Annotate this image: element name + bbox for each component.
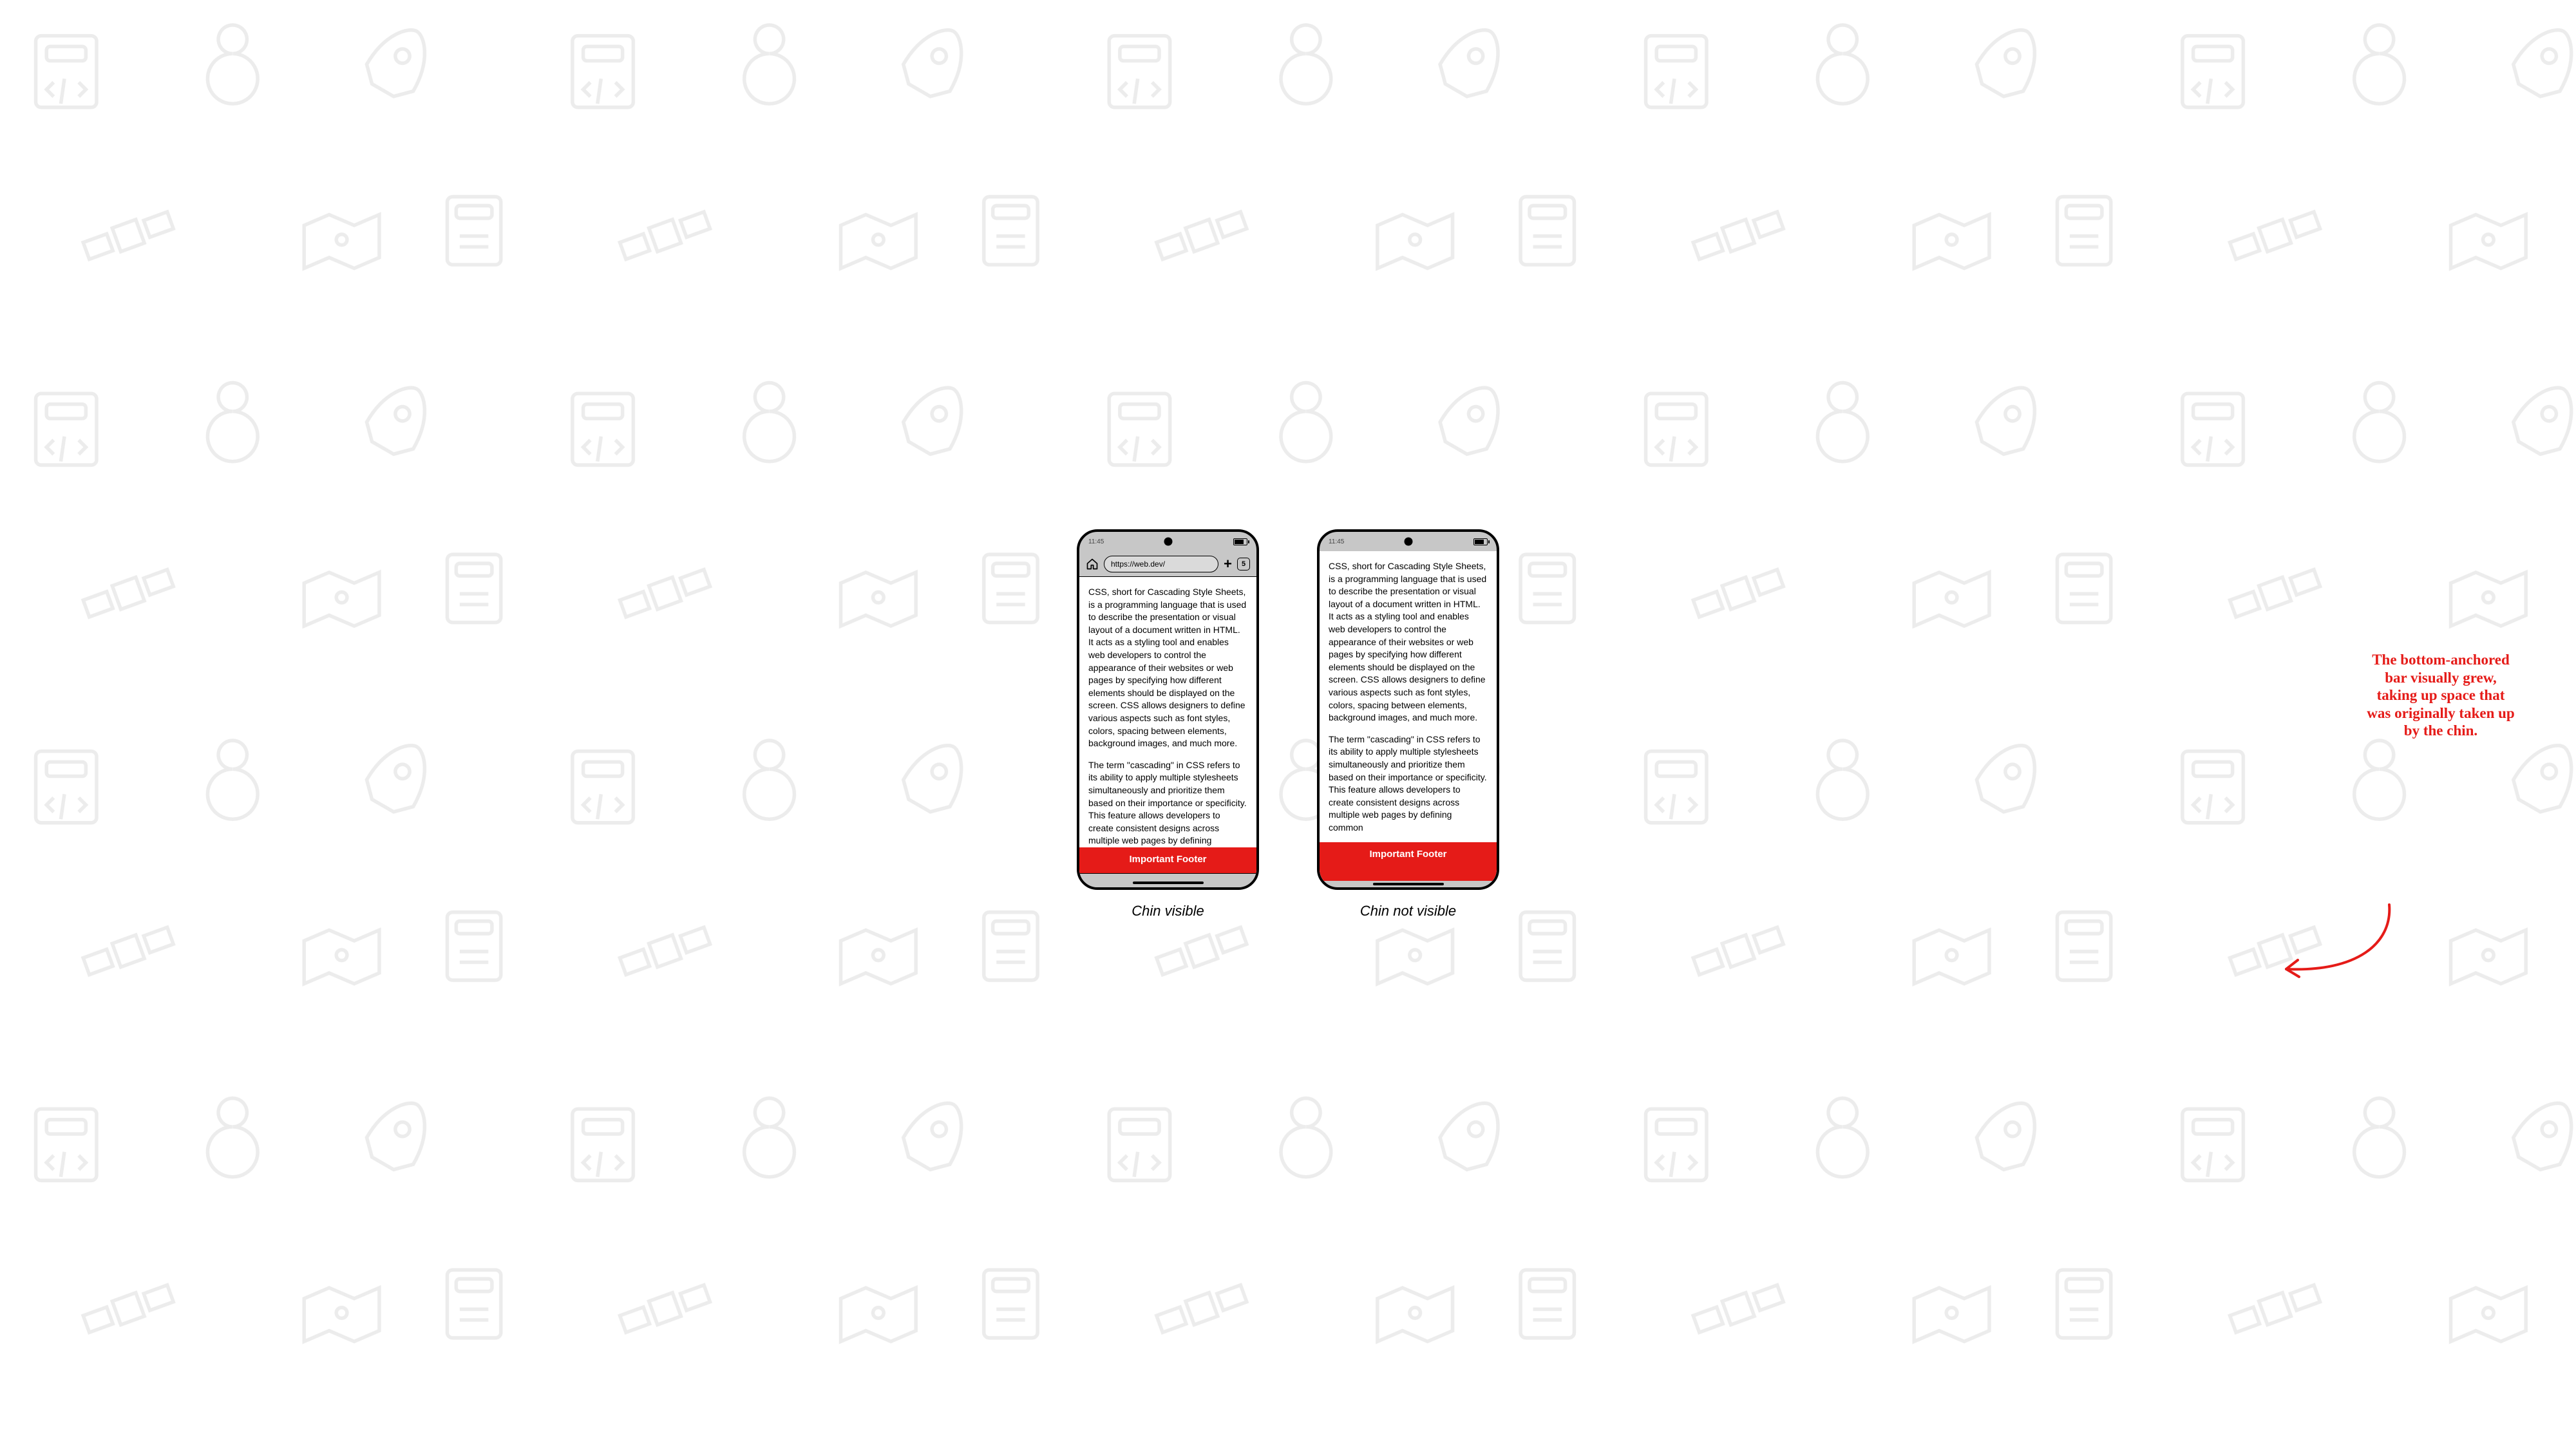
page-viewport[interactable]: CSS, short for Cascading Style Sheets, i… <box>1079 577 1256 873</box>
annotation-text: The bottom-anchored bar visually grew, t… <box>2363 651 2518 740</box>
status-time: 11:45 <box>1329 538 1344 545</box>
page-viewport[interactable]: CSS, short for Cascading Style Sheets, i… <box>1320 551 1497 881</box>
stage: 11:45 https://web.dev/ + 5 CSS, short fo… <box>0 0 2576 1449</box>
camera-icon <box>1404 538 1412 546</box>
device-chin <box>1079 873 1256 887</box>
page-content: CSS, short for Cascading Style Sheets, i… <box>1320 551 1497 843</box>
paragraph-2: The term "cascading" in CSS refers to it… <box>1329 733 1488 834</box>
device-chin-collapsed <box>1320 881 1497 887</box>
url-bar[interactable]: https://web.dev/ <box>1104 556 1218 572</box>
caption-chin-visible: Chin visible <box>1132 903 1204 919</box>
browser-toolbar: https://web.dev/ + 5 <box>1079 551 1256 577</box>
footer-label: Important Footer <box>1370 849 1447 860</box>
home-indicator[interactable] <box>1373 883 1444 885</box>
phone-chin-hidden-column: 11:45 CSS, short for Cascading Style She… <box>1317 529 1499 919</box>
phone-chin-hidden: 11:45 CSS, short for Cascading Style She… <box>1317 529 1499 890</box>
tab-count-button[interactable]: 5 <box>1237 558 1250 570</box>
page-content: CSS, short for Cascading Style Sheets, i… <box>1079 577 1256 869</box>
battery-icon <box>1233 538 1247 545</box>
status-time: 11:45 <box>1088 538 1104 545</box>
paragraph-1: CSS, short for Cascading Style Sheets, i… <box>1329 560 1488 724</box>
home-icon[interactable] <box>1086 558 1099 570</box>
home-indicator[interactable] <box>1133 882 1204 884</box>
footer-label: Important Footer <box>1130 854 1207 865</box>
status-bar: 11:45 <box>1320 532 1497 551</box>
new-tab-icon[interactable]: + <box>1224 557 1232 571</box>
url-text: https://web.dev/ <box>1111 560 1165 569</box>
battery-icon <box>1473 538 1488 545</box>
anchored-footer[interactable]: Important Footer <box>1079 847 1256 873</box>
paragraph-2: The term "cascading" in CSS refers to it… <box>1088 759 1247 860</box>
camera-icon <box>1164 538 1172 546</box>
status-bar: 11:45 <box>1079 532 1256 551</box>
phone-chin-visible: 11:45 https://web.dev/ + 5 CSS, short fo… <box>1077 529 1259 890</box>
paragraph-1: CSS, short for Cascading Style Sheets, i… <box>1088 586 1247 750</box>
phone-chin-visible-column: 11:45 https://web.dev/ + 5 CSS, short fo… <box>1077 529 1259 919</box>
caption-chin-hidden: Chin not visible <box>1360 903 1456 919</box>
tab-count: 5 <box>1242 560 1245 568</box>
anchored-footer[interactable]: Important Footer <box>1320 842 1497 881</box>
